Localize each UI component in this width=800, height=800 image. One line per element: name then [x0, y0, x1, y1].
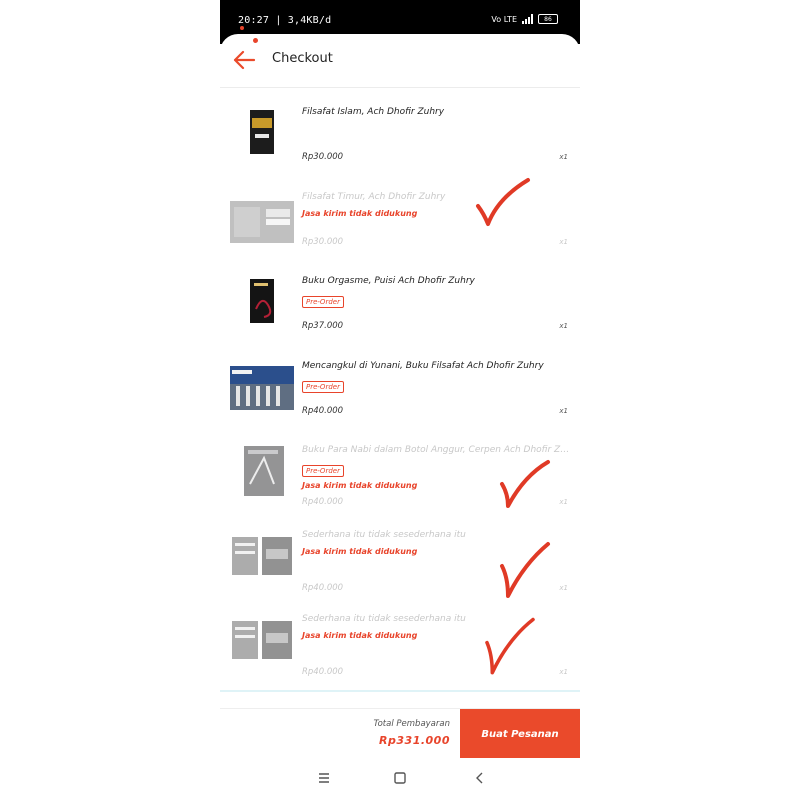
arrow-left-icon[interactable] [232, 49, 256, 71]
product-name: Buku Orgasme, Puisi Ach Dhofir Zuhry [302, 276, 475, 286]
list-item[interactable]: Buku Para Nabi dalam Botol Anggur, Cerpe… [220, 434, 580, 519]
status-icons: Vo LTE 86 [491, 14, 558, 24]
list-item[interactable]: Sederhana itu tidak sesederhana itu Jasa… [220, 519, 580, 604]
product-thumbnail [230, 365, 294, 410]
product-qty: x1 [559, 668, 568, 676]
product-price: Rp40.000 [302, 582, 344, 593]
menu-icon[interactable] [316, 770, 332, 786]
list-item[interactable]: Filsafat Timur, Ach Dhofir Zuhry Jasa ki… [220, 181, 580, 266]
shipping-warning: Jasa kirim tidak didukung [302, 481, 418, 490]
product-thumbnail [230, 106, 294, 160]
list-divider [220, 690, 580, 692]
page-title: Checkout [272, 51, 333, 66]
place-order-button[interactable]: Buat Pesanan [460, 709, 580, 759]
total-value: Rp331.000 [379, 734, 450, 747]
product-thumbnail [230, 528, 294, 583]
preorder-badge: Pre-Order [302, 380, 344, 393]
shipping-warning: Jasa kirim tidak didukung [302, 631, 418, 640]
product-thumbnail [230, 275, 294, 329]
product-qty: x1 [559, 237, 568, 246]
product-thumbnail [230, 200, 294, 243]
product-qty: x1 [559, 498, 568, 506]
status-time: 20:27 | 3,4KB/d [238, 15, 332, 26]
product-price: Rp40.000 [302, 497, 344, 507]
phone-screen: 20:27 | 3,4KB/d Vo LTE 86 Checkout Filsa… [220, 0, 580, 800]
product-name: Filsafat Islam, Ach Dhofir Zuhry [302, 107, 445, 117]
product-price: Rp37.000 [302, 321, 344, 331]
product-qty: x1 [559, 322, 568, 330]
notification-dot [240, 26, 244, 30]
battery-icon: 86 [538, 14, 558, 24]
home-icon[interactable] [392, 770, 408, 786]
product-thumbnail [230, 613, 294, 667]
product-price: Rp30.000 [302, 152, 344, 162]
app-header: Checkout [220, 34, 580, 88]
system-nav-bar [220, 758, 580, 800]
product-qty: x1 [559, 406, 568, 415]
product-price: Rp40.000 [302, 667, 344, 677]
product-name: Filsafat Timur, Ach Dhofir Zuhry [302, 191, 446, 202]
checkout-footer: Total Pembayaran Rp331.000 Buat Pesanan [220, 708, 580, 759]
product-name: Sederhana itu tidak sesederhana itu [302, 529, 466, 540]
product-price: Rp40.000 [302, 405, 344, 416]
product-qty: x1 [559, 153, 568, 161]
preorder-badge: Pre-Order [302, 296, 344, 308]
back-nav-icon[interactable] [472, 770, 488, 786]
list-item[interactable]: Mencangkul di Yunani, Buku Filsafat Ach … [220, 350, 580, 435]
product-name: Buku Para Nabi dalam Botol Anggur, Cerpe… [302, 445, 572, 455]
notification-dot [253, 38, 258, 43]
list-item[interactable]: Buku Orgasme, Puisi Ach Dhofir Zuhry Pre… [220, 265, 580, 350]
product-thumbnail [230, 444, 294, 498]
product-qty: x1 [559, 583, 568, 592]
product-price: Rp30.000 [302, 236, 344, 247]
product-name: Sederhana itu tidak sesederhana itu [302, 614, 466, 624]
checkout-item-list: Filsafat Islam, Ach Dhofir Zuhry Rp30.00… [220, 96, 580, 688]
shipping-warning: Jasa kirim tidak didukung [302, 208, 418, 218]
shipping-warning: Jasa kirim tidak didukung [302, 546, 418, 556]
product-name: Mencangkul di Yunani, Buku Filsafat Ach … [302, 360, 544, 371]
list-item[interactable]: Filsafat Islam, Ach Dhofir Zuhry Rp30.00… [220, 96, 580, 181]
signal-icon [522, 14, 533, 24]
preorder-badge: Pre-Order [302, 465, 344, 477]
total-label: Total Pembayaran [373, 719, 450, 729]
list-item[interactable]: Sederhana itu tidak sesederhana itu Jasa… [220, 603, 580, 688]
network-label: Vo LTE [491, 14, 517, 24]
